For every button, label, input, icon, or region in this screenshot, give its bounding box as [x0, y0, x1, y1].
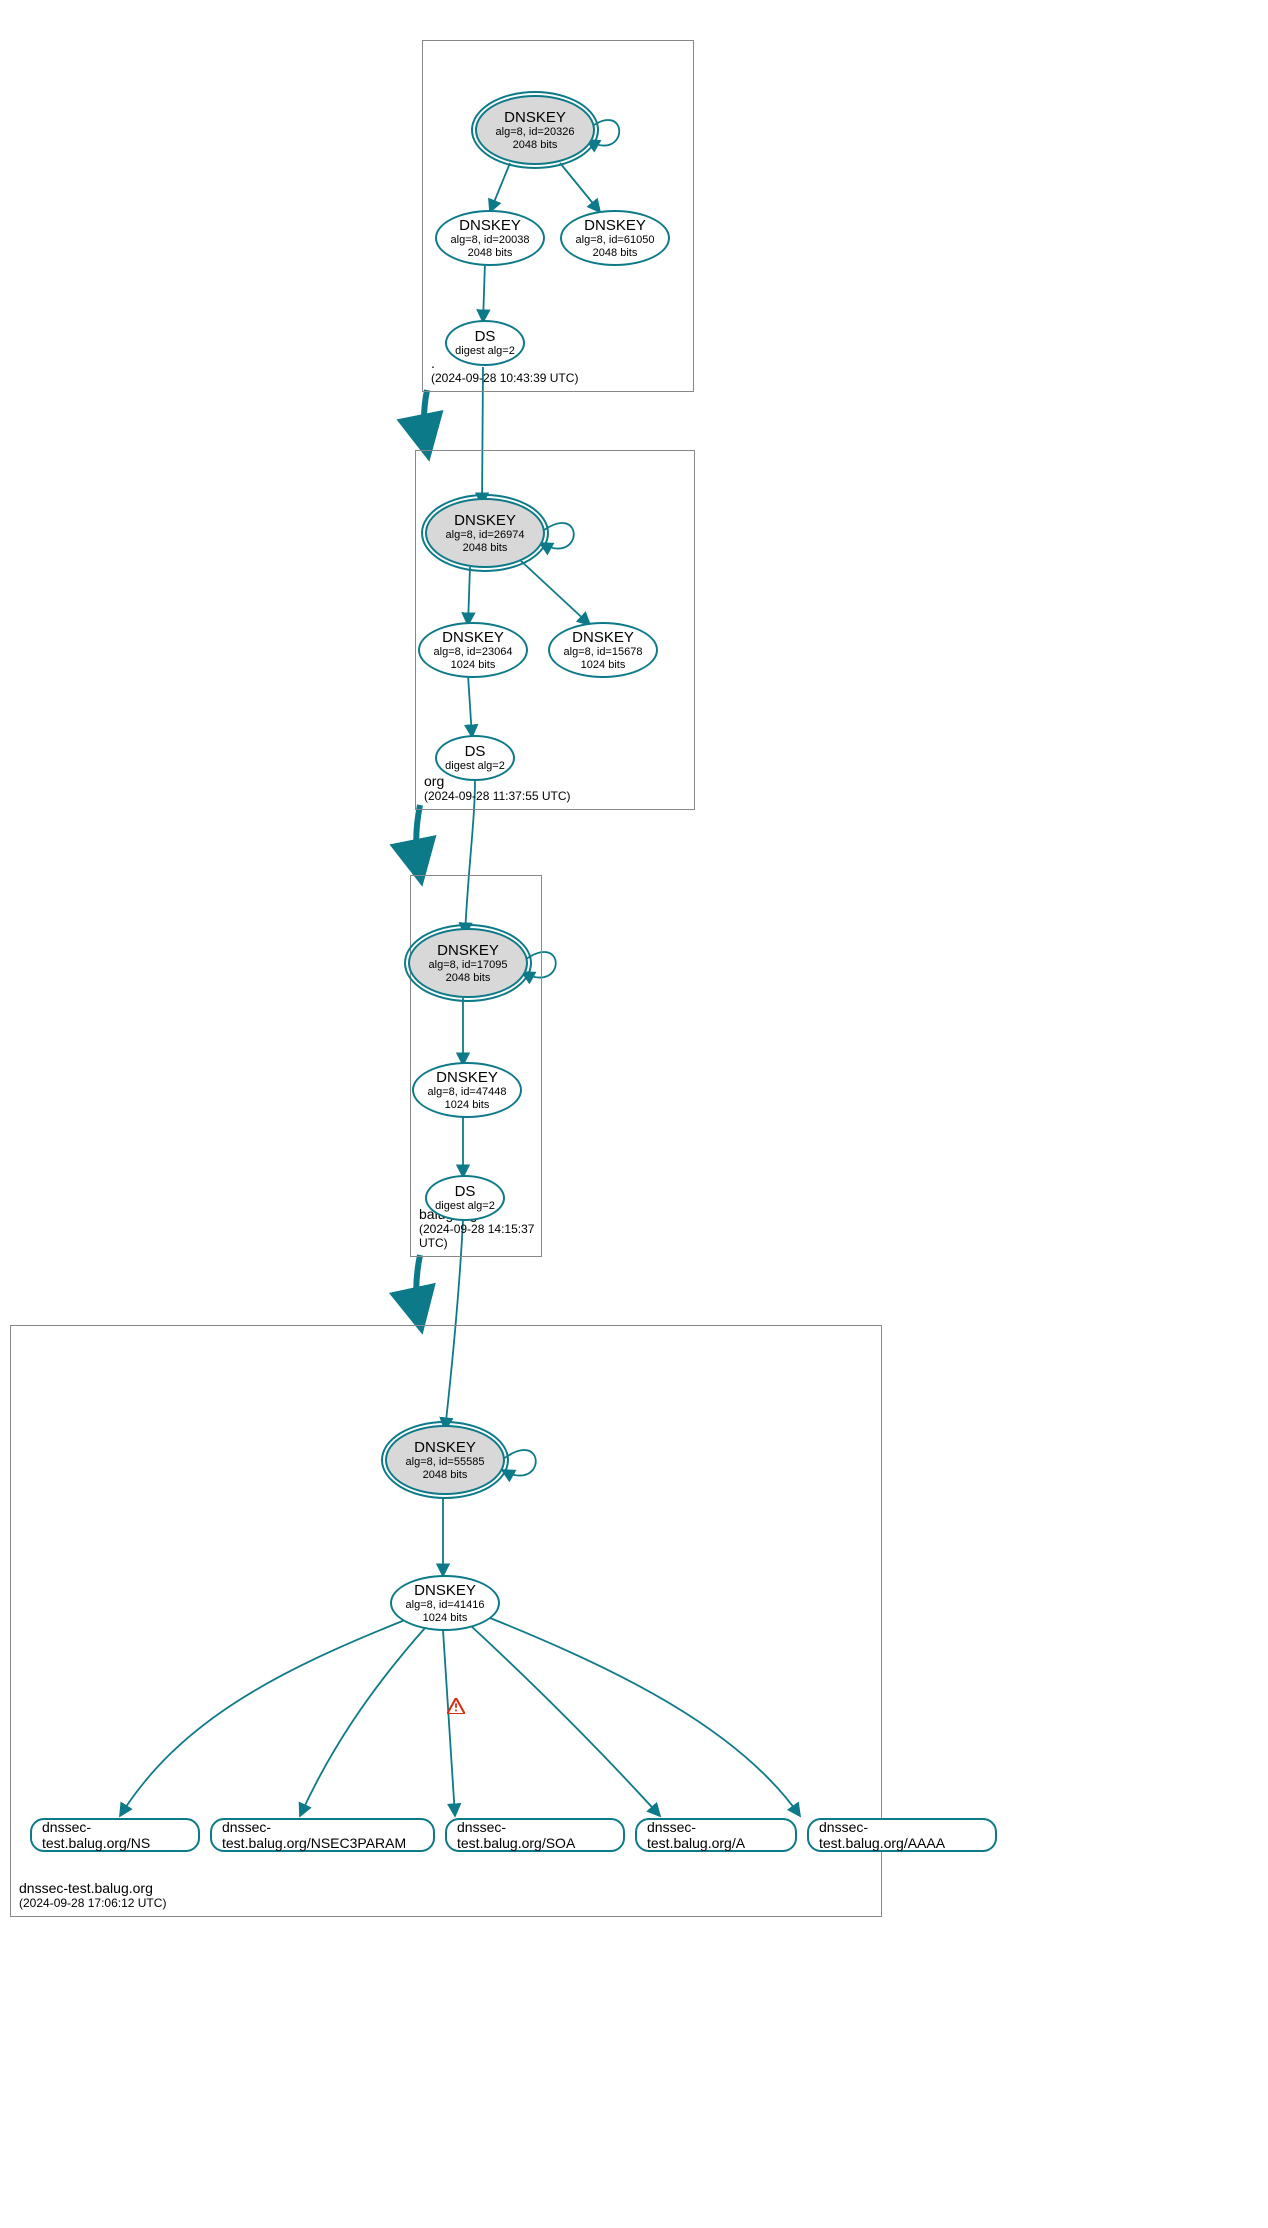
zone-dt-label: dnssec-test.balug.org (2024-09-28 17:06:…: [19, 1880, 166, 1910]
node-balug-ksk[interactable]: DNSKEY alg=8, id=17095 2048 bits: [408, 928, 528, 998]
rrset-soa[interactable]: dnssec-test.balug.org/SOA: [445, 1818, 625, 1852]
node-balug-zsk[interactable]: DNSKEY alg=8, id=47448 1024 bits: [412, 1062, 522, 1118]
node-balug-ds[interactable]: DS digest alg=2: [425, 1175, 505, 1221]
rrset-ns[interactable]: dnssec-test.balug.org/NS: [30, 1818, 200, 1852]
rrset-a[interactable]: dnssec-test.balug.org/A: [635, 1818, 797, 1852]
zone-root-ts: (2024-09-28 10:43:39 UTC): [431, 371, 578, 385]
node-bits: 2048 bits: [513, 139, 558, 151]
node-dt-zsk[interactable]: DNSKEY alg=8, id=41416 1024 bits: [390, 1575, 500, 1631]
node-root-ksk[interactable]: DNSKEY alg=8, id=20326 2048 bits: [475, 95, 595, 165]
node-org-ksk[interactable]: DNSKEY alg=8, id=26974 2048 bits: [425, 498, 545, 568]
rrset-nsec3param[interactable]: dnssec-test.balug.org/NSEC3PARAM: [210, 1818, 435, 1852]
zone-org-label: org (2024-09-28 11:37:55 UTC): [424, 773, 571, 803]
node-sub: alg=8, id=20326: [496, 126, 575, 138]
node-title: DNSKEY: [459, 217, 521, 234]
node-org-zsk1[interactable]: DNSKEY alg=8, id=23064 1024 bits: [418, 622, 528, 678]
node-root-zsk1[interactable]: DNSKEY alg=8, id=20038 2048 bits: [435, 210, 545, 266]
warning-icon: [447, 1698, 465, 1714]
node-root-ds[interactable]: DS digest alg=2: [445, 320, 525, 366]
node-org-zsk2[interactable]: DNSKEY alg=8, id=15678 1024 bits: [548, 622, 658, 678]
node-org-ds[interactable]: DS digest alg=2: [435, 735, 515, 781]
node-dt-ksk[interactable]: DNSKEY alg=8, id=55585 2048 bits: [385, 1425, 505, 1495]
node-title: DNSKEY: [504, 109, 566, 126]
rrset-aaaa[interactable]: dnssec-test.balug.org/AAAA: [807, 1818, 997, 1852]
node-root-zsk2[interactable]: DNSKEY alg=8, id=61050 2048 bits: [560, 210, 670, 266]
dnssec-chain-diagram: . (2024-09-28 10:43:39 UTC) DNSKEY alg=8…: [0, 0, 1268, 2228]
